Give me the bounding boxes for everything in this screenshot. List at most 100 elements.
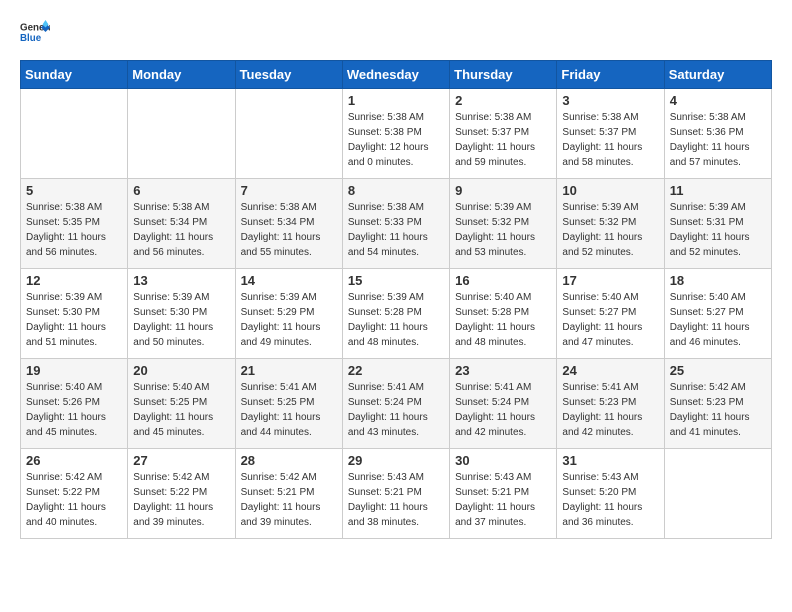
sunset-text: Sunset: 5:21 PM xyxy=(455,487,529,498)
page-header: General Blue xyxy=(20,20,772,44)
calendar-cell: 31 Sunrise: 5:43 AM Sunset: 5:20 PM Dayl… xyxy=(557,449,664,539)
day-info: Sunrise: 5:38 AM Sunset: 5:33 PM Dayligh… xyxy=(348,200,444,260)
sunset-text: Sunset: 5:28 PM xyxy=(348,307,422,318)
header-monday: Monday xyxy=(128,61,235,89)
sunset-text: Sunset: 5:24 PM xyxy=(348,397,422,408)
sunrise-text: Sunrise: 5:41 AM xyxy=(562,382,638,393)
daylight-text: Daylight: 11 hours and 37 minutes. xyxy=(455,502,535,528)
day-number: 28 xyxy=(241,453,337,468)
sunset-text: Sunset: 5:38 PM xyxy=(348,127,422,138)
sunset-text: Sunset: 5:26 PM xyxy=(26,397,100,408)
sunset-text: Sunset: 5:24 PM xyxy=(455,397,529,408)
day-number: 12 xyxy=(26,273,122,288)
sunset-text: Sunset: 5:37 PM xyxy=(562,127,636,138)
day-number: 30 xyxy=(455,453,551,468)
sunrise-text: Sunrise: 5:40 AM xyxy=(133,382,209,393)
calendar-cell: 21 Sunrise: 5:41 AM Sunset: 5:25 PM Dayl… xyxy=(235,359,342,449)
daylight-text: Daylight: 11 hours and 36 minutes. xyxy=(562,502,642,528)
calendar-cell xyxy=(21,89,128,179)
sunrise-text: Sunrise: 5:38 AM xyxy=(241,202,317,213)
day-info: Sunrise: 5:41 AM Sunset: 5:24 PM Dayligh… xyxy=(348,380,444,440)
sunset-text: Sunset: 5:25 PM xyxy=(133,397,207,408)
sunset-text: Sunset: 5:37 PM xyxy=(455,127,529,138)
daylight-text: Daylight: 11 hours and 48 minutes. xyxy=(455,322,535,348)
sunset-text: Sunset: 5:23 PM xyxy=(670,397,744,408)
calendar-cell: 26 Sunrise: 5:42 AM Sunset: 5:22 PM Dayl… xyxy=(21,449,128,539)
day-info: Sunrise: 5:39 AM Sunset: 5:28 PM Dayligh… xyxy=(348,290,444,350)
calendar-cell: 13 Sunrise: 5:39 AM Sunset: 5:30 PM Dayl… xyxy=(128,269,235,359)
calendar-cell: 18 Sunrise: 5:40 AM Sunset: 5:27 PM Dayl… xyxy=(664,269,771,359)
sunrise-text: Sunrise: 5:38 AM xyxy=(670,112,746,123)
day-info: Sunrise: 5:39 AM Sunset: 5:30 PM Dayligh… xyxy=(26,290,122,350)
day-number: 17 xyxy=(562,273,658,288)
sunrise-text: Sunrise: 5:39 AM xyxy=(670,202,746,213)
logo-icon: General Blue xyxy=(20,20,50,44)
calendar-cell: 4 Sunrise: 5:38 AM Sunset: 5:36 PM Dayli… xyxy=(664,89,771,179)
daylight-text: Daylight: 11 hours and 39 minutes. xyxy=(241,502,321,528)
sunset-text: Sunset: 5:31 PM xyxy=(670,217,744,228)
day-number: 11 xyxy=(670,183,766,198)
sunset-text: Sunset: 5:32 PM xyxy=(455,217,529,228)
sunset-text: Sunset: 5:33 PM xyxy=(348,217,422,228)
sunset-text: Sunset: 5:27 PM xyxy=(670,307,744,318)
day-number: 15 xyxy=(348,273,444,288)
calendar-cell: 23 Sunrise: 5:41 AM Sunset: 5:24 PM Dayl… xyxy=(450,359,557,449)
calendar-cell: 15 Sunrise: 5:39 AM Sunset: 5:28 PM Dayl… xyxy=(342,269,449,359)
calendar-cell: 3 Sunrise: 5:38 AM Sunset: 5:37 PM Dayli… xyxy=(557,89,664,179)
header-thursday: Thursday xyxy=(450,61,557,89)
calendar-cell: 24 Sunrise: 5:41 AM Sunset: 5:23 PM Dayl… xyxy=(557,359,664,449)
daylight-text: Daylight: 11 hours and 59 minutes. xyxy=(455,142,535,168)
sunset-text: Sunset: 5:27 PM xyxy=(562,307,636,318)
day-number: 5 xyxy=(26,183,122,198)
sunset-text: Sunset: 5:22 PM xyxy=(26,487,100,498)
day-info: Sunrise: 5:41 AM Sunset: 5:25 PM Dayligh… xyxy=(241,380,337,440)
sunrise-text: Sunrise: 5:40 AM xyxy=(670,292,746,303)
sunrise-text: Sunrise: 5:42 AM xyxy=(133,472,209,483)
sunset-text: Sunset: 5:29 PM xyxy=(241,307,315,318)
calendar-cell: 14 Sunrise: 5:39 AM Sunset: 5:29 PM Dayl… xyxy=(235,269,342,359)
daylight-text: Daylight: 11 hours and 46 minutes. xyxy=(670,322,750,348)
day-info: Sunrise: 5:41 AM Sunset: 5:24 PM Dayligh… xyxy=(455,380,551,440)
day-number: 6 xyxy=(133,183,229,198)
day-info: Sunrise: 5:38 AM Sunset: 5:38 PM Dayligh… xyxy=(348,110,444,170)
calendar-cell xyxy=(128,89,235,179)
calendar-cell: 25 Sunrise: 5:42 AM Sunset: 5:23 PM Dayl… xyxy=(664,359,771,449)
sunset-text: Sunset: 5:25 PM xyxy=(241,397,315,408)
sunset-text: Sunset: 5:28 PM xyxy=(455,307,529,318)
day-info: Sunrise: 5:43 AM Sunset: 5:21 PM Dayligh… xyxy=(348,470,444,530)
day-info: Sunrise: 5:39 AM Sunset: 5:32 PM Dayligh… xyxy=(455,200,551,260)
calendar-cell: 16 Sunrise: 5:40 AM Sunset: 5:28 PM Dayl… xyxy=(450,269,557,359)
day-info: Sunrise: 5:38 AM Sunset: 5:36 PM Dayligh… xyxy=(670,110,766,170)
sunrise-text: Sunrise: 5:40 AM xyxy=(26,382,102,393)
daylight-text: Daylight: 11 hours and 50 minutes. xyxy=(133,322,213,348)
calendar-cell: 7 Sunrise: 5:38 AM Sunset: 5:34 PM Dayli… xyxy=(235,179,342,269)
sunset-text: Sunset: 5:30 PM xyxy=(26,307,100,318)
calendar-cell: 28 Sunrise: 5:42 AM Sunset: 5:21 PM Dayl… xyxy=(235,449,342,539)
sunrise-text: Sunrise: 5:41 AM xyxy=(455,382,531,393)
day-info: Sunrise: 5:39 AM Sunset: 5:32 PM Dayligh… xyxy=(562,200,658,260)
day-number: 26 xyxy=(26,453,122,468)
header-saturday: Saturday xyxy=(664,61,771,89)
calendar-cell: 11 Sunrise: 5:39 AM Sunset: 5:31 PM Dayl… xyxy=(664,179,771,269)
day-number: 4 xyxy=(670,93,766,108)
calendar-cell xyxy=(664,449,771,539)
sunrise-text: Sunrise: 5:39 AM xyxy=(241,292,317,303)
sunrise-text: Sunrise: 5:43 AM xyxy=(455,472,531,483)
daylight-text: Daylight: 12 hours and 0 minutes. xyxy=(348,142,429,168)
day-info: Sunrise: 5:38 AM Sunset: 5:37 PM Dayligh… xyxy=(562,110,658,170)
sunrise-text: Sunrise: 5:39 AM xyxy=(562,202,638,213)
day-number: 29 xyxy=(348,453,444,468)
daylight-text: Daylight: 11 hours and 58 minutes. xyxy=(562,142,642,168)
daylight-text: Daylight: 11 hours and 42 minutes. xyxy=(562,412,642,438)
sunset-text: Sunset: 5:32 PM xyxy=(562,217,636,228)
calendar-cell: 17 Sunrise: 5:40 AM Sunset: 5:27 PM Dayl… xyxy=(557,269,664,359)
sunrise-text: Sunrise: 5:40 AM xyxy=(455,292,531,303)
daylight-text: Daylight: 11 hours and 45 minutes. xyxy=(26,412,106,438)
sunset-text: Sunset: 5:20 PM xyxy=(562,487,636,498)
sunset-text: Sunset: 5:30 PM xyxy=(133,307,207,318)
calendar-cell: 12 Sunrise: 5:39 AM Sunset: 5:30 PM Dayl… xyxy=(21,269,128,359)
sunrise-text: Sunrise: 5:40 AM xyxy=(562,292,638,303)
sunrise-text: Sunrise: 5:38 AM xyxy=(348,202,424,213)
sunset-text: Sunset: 5:35 PM xyxy=(26,217,100,228)
sunset-text: Sunset: 5:23 PM xyxy=(562,397,636,408)
